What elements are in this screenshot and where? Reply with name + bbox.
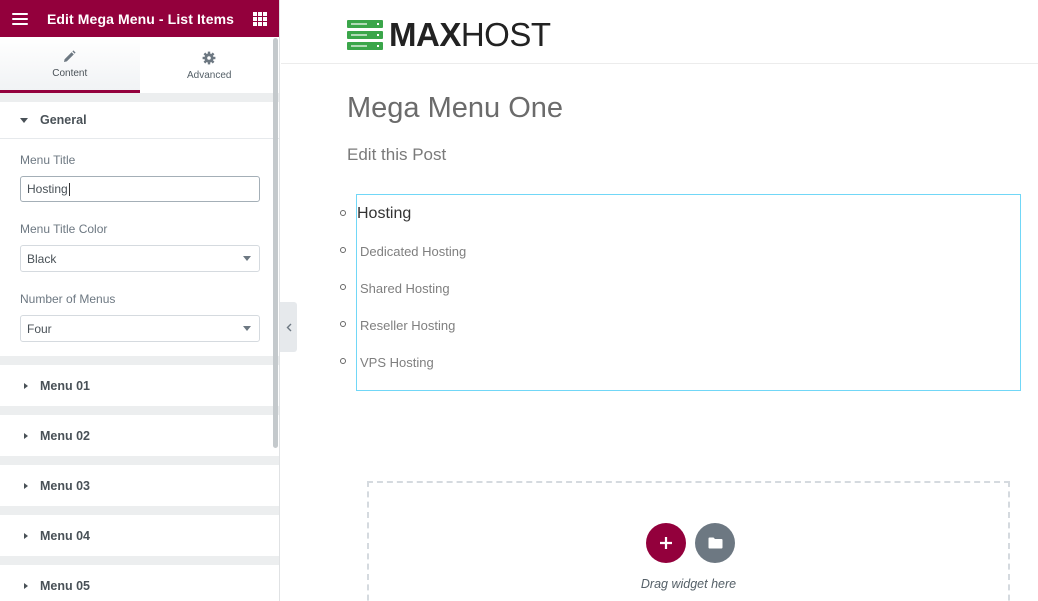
list-bullet [340,321,346,327]
plus-icon [660,537,672,549]
list-bullet [340,358,346,364]
caret-right-icon [24,432,28,439]
menu-link-reseller-hosting[interactable]: Reseller Hosting [360,318,455,333]
caret-right-icon [24,582,28,589]
panel-scroll-area: General Menu Title Hosting Menu Title Co… [0,38,279,601]
number-of-menus-select[interactable]: Four [20,315,260,342]
list-bullet [340,284,346,290]
menu-link-shared-hosting[interactable]: Shared Hosting [360,281,450,296]
tab-content-label: Content [52,68,88,79]
chevron-left-icon [286,323,291,331]
tab-advanced-label: Advanced [187,69,232,81]
tab-advanced[interactable]: Advanced [140,37,280,93]
page-title: Mega Menu One [347,92,564,124]
caret-right-icon [24,382,28,389]
section-menu-04-label: Menu 04 [40,528,91,543]
text-cursor [68,182,70,196]
menu-heading: Hosting [357,205,412,222]
menu-link-dedicated-hosting[interactable]: Dedicated Hosting [360,244,466,259]
section-menu-03-label: Menu 03 [40,478,91,493]
section-menu-05[interactable]: Menu 05 [0,565,279,601]
gear-icon [202,50,216,66]
caret-right-icon [24,482,28,489]
panel-title: Edit Mega Menu - List Items [46,10,235,27]
site-logo[interactable]: MAX HOST [347,16,551,54]
section-menu-01[interactable]: Menu 01 [0,365,279,406]
panel-header: Edit Mega Menu - List Items [0,0,279,37]
chevron-down-icon [243,256,251,261]
section-menu-03[interactable]: Menu 03 [0,465,279,506]
site-header: MAX HOST [281,0,1038,64]
menu-title-color-label: Menu Title Color [20,222,108,236]
menu-link-vps-hosting[interactable]: VPS Hosting [360,355,434,370]
add-section-button[interactable] [646,523,686,563]
list-bullet [340,247,346,253]
collapse-panel-handle[interactable] [280,302,297,352]
menu-title-color-value: Black [27,251,57,266]
drag-widget-hint: Drag widget here [640,577,737,591]
section-general-body: Menu Title Hosting Menu Title Color Blac… [0,139,279,356]
caret-right-icon [24,532,28,539]
hamburger-menu-icon[interactable] [12,12,28,25]
menu-title-input[interactable]: Hosting [20,176,260,202]
folder-icon [708,537,722,549]
widgets-grid-icon[interactable] [253,11,267,26]
chevron-down-icon [243,326,251,331]
menu-title-value: Hosting [27,182,68,196]
list-bullet [340,210,346,216]
section-menu-05-label: Menu 05 [40,578,91,593]
section-menu-02[interactable]: Menu 02 [0,415,279,456]
mega-menu-widget-outline[interactable] [356,194,1021,391]
section-menu-01-label: Menu 01 [40,378,91,393]
editor-panel: Edit Mega Menu - List Items Content Adva… [0,0,280,601]
section-menu-02-label: Menu 02 [40,428,91,443]
menu-title-label: Menu Title [20,153,76,167]
section-menu-04[interactable]: Menu 04 [0,515,279,556]
logo-text-light: HOST [460,16,551,53]
panel-tabs: Content Advanced [0,37,279,93]
section-general-label: General [40,113,87,127]
number-of-menus-value: Four [27,321,52,336]
pencil-icon [63,48,76,64]
logo-text-bold: MAX [389,16,461,53]
menu-title-color-select[interactable]: Black [20,245,260,272]
add-template-button[interactable] [695,523,735,563]
section-general-header[interactable]: General [0,102,279,139]
panel-scrollbar[interactable] [273,38,278,448]
edit-post-link[interactable]: Edit this Post [347,145,446,165]
caret-down-icon [20,117,28,123]
number-of-menus-label: Number of Menus [20,292,116,306]
server-stack-icon [347,20,383,50]
tab-content[interactable]: Content [0,37,140,93]
